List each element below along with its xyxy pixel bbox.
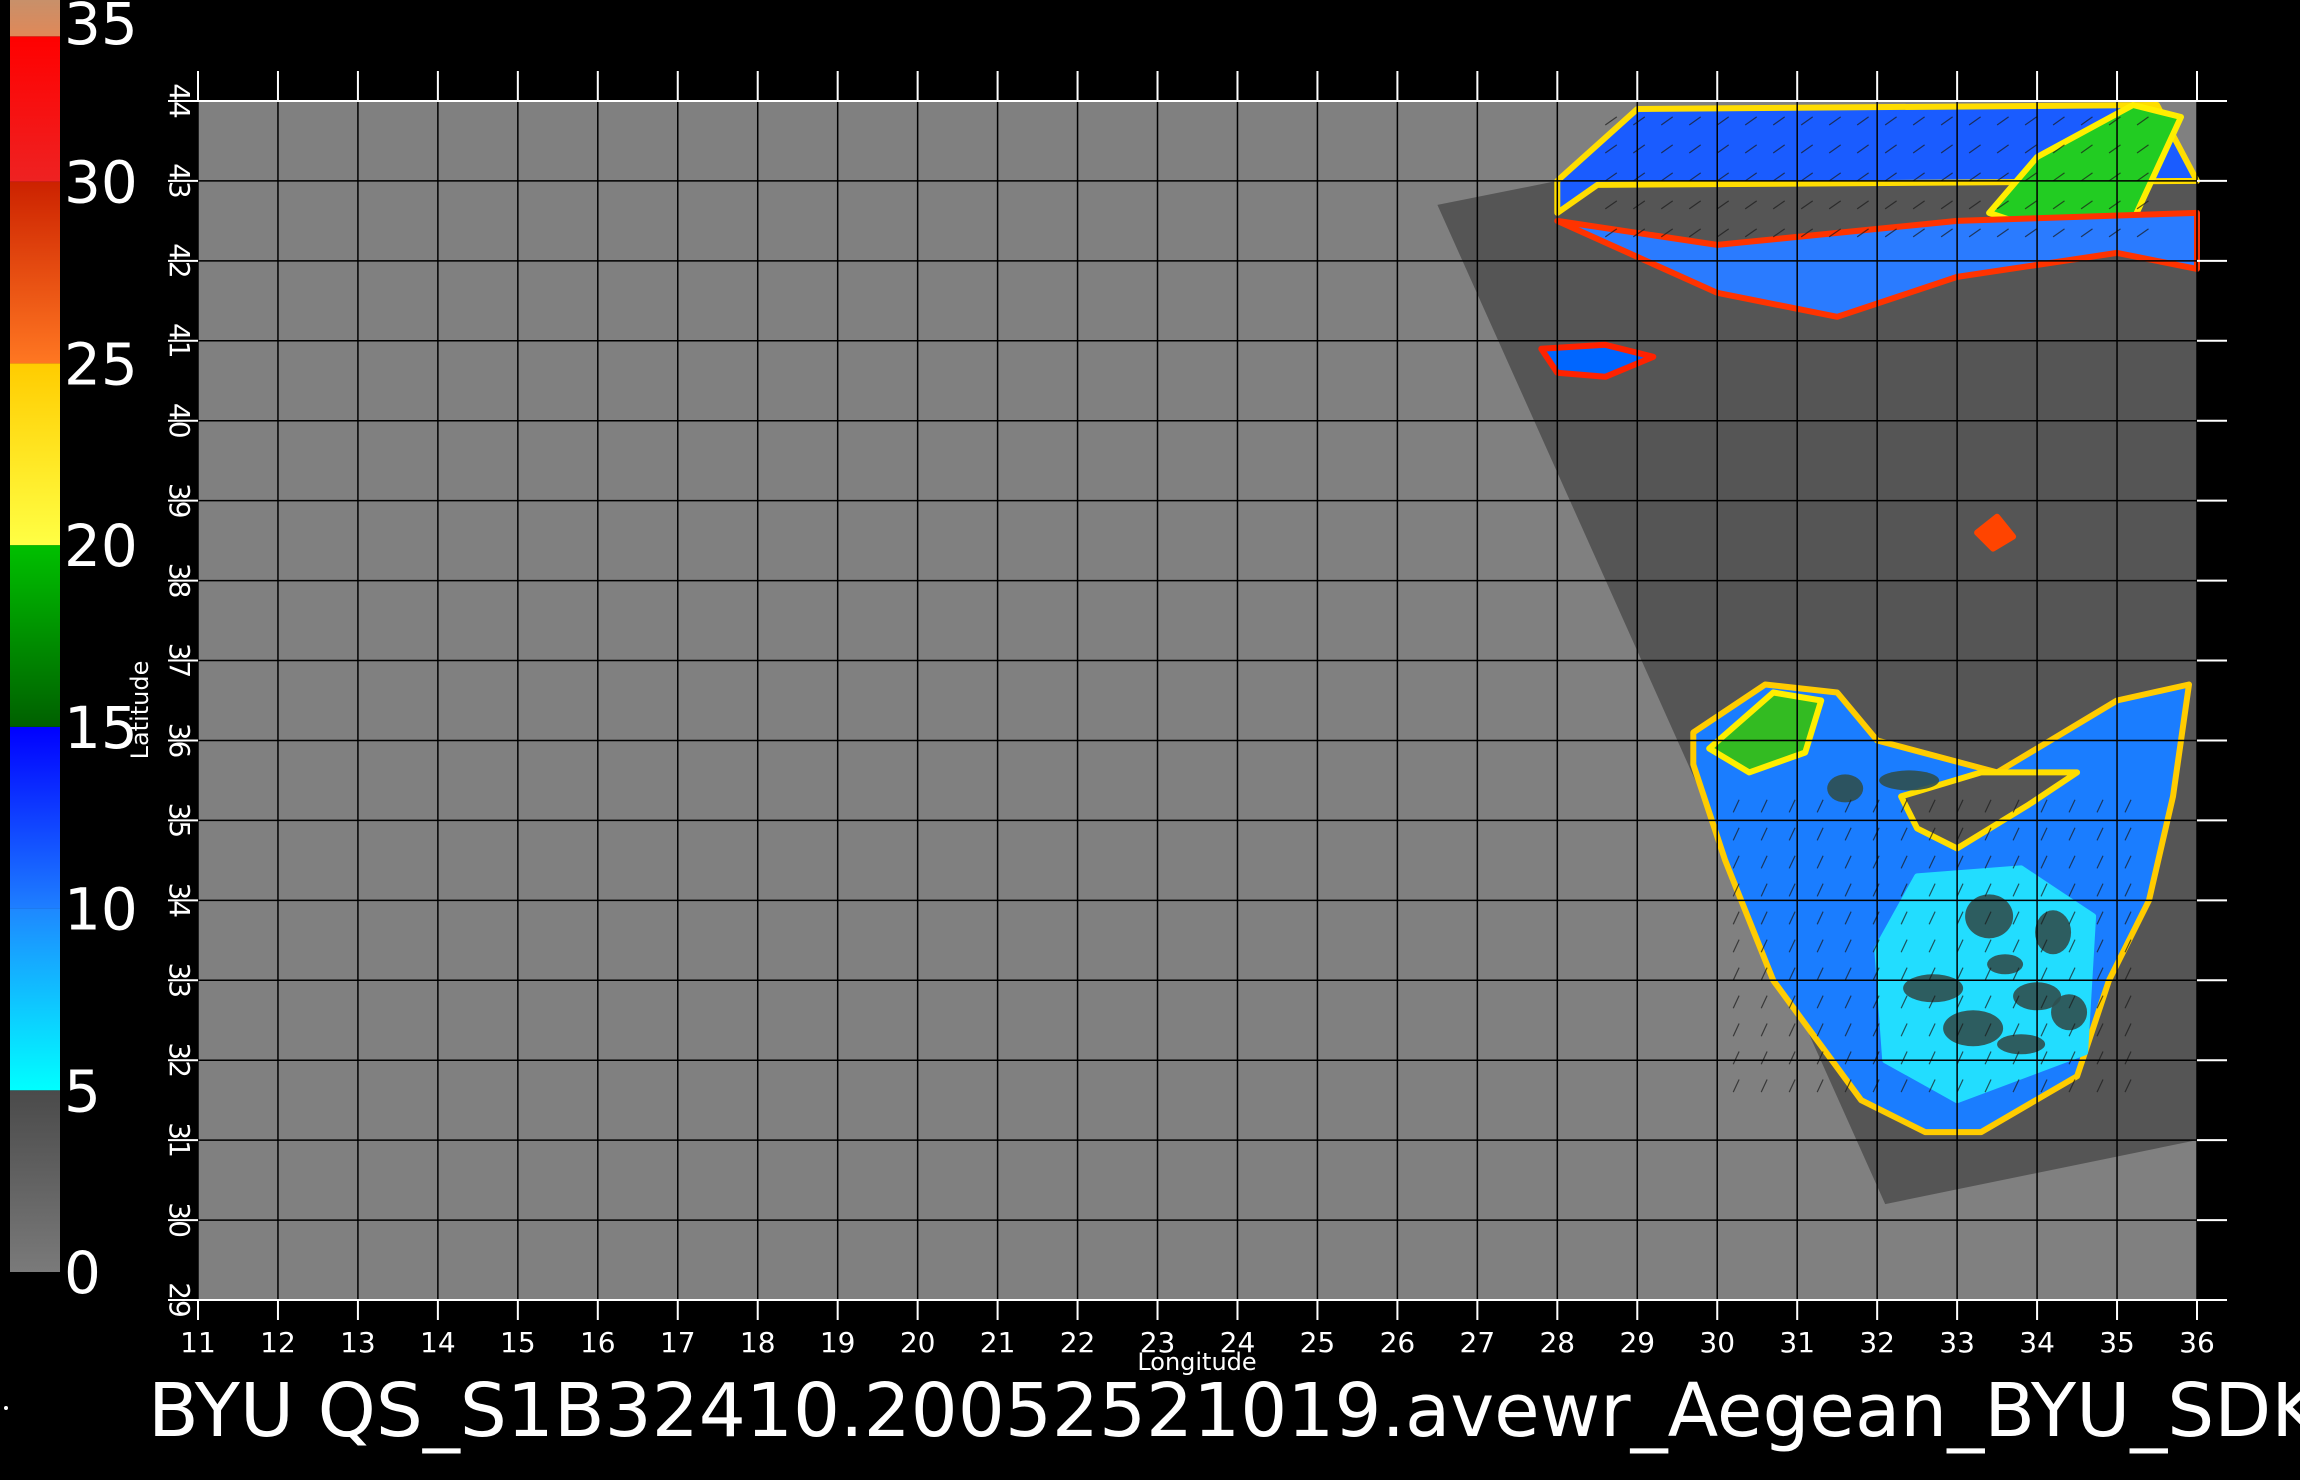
lon-tick-label: 15 (500, 1326, 536, 1359)
lat-tick-label: 37 (163, 643, 196, 679)
lon-tick-label: 19 (820, 1326, 856, 1359)
colorbar-label: 30 (64, 149, 138, 217)
colorbar-label: 5 (64, 1057, 101, 1125)
land-speckle (1997, 1034, 2046, 1055)
lat-tick-label: 39 (163, 483, 196, 519)
colorbar-label: 10 (64, 876, 138, 944)
lon-tick-label: 11 (180, 1326, 216, 1359)
lon-tick-label: 28 (1539, 1326, 1575, 1359)
land-speckle (1943, 1010, 2004, 1047)
colorbar (10, 0, 60, 1272)
lat-tick-label: 40 (163, 403, 196, 439)
land-speckle (2051, 994, 2088, 1031)
scatterometer-wind-map: 35302520151050 11 12 13 14 15 16 17 18 19 20 21 22 2… (0, 0, 2300, 1480)
lon-tick-label: 35 (2099, 1326, 2135, 1359)
colorbar-segment (10, 726, 60, 909)
lon-tick-label: 27 (1460, 1326, 1496, 1359)
colorbar-segment (10, 181, 60, 364)
lon-tick-label: 21 (980, 1326, 1016, 1359)
lon-tick-label: 13 (340, 1326, 376, 1359)
lon-tick-label: 12 (260, 1326, 296, 1359)
lon-tick-label: 32 (1859, 1326, 1895, 1359)
product-title: BYU QS_S1B32410.20052521019.avewr_Aegean… (148, 1368, 2300, 1454)
lat-tick-label: 34 (163, 882, 196, 918)
lon-tick-label: 29 (1619, 1326, 1655, 1359)
colorbar-segment (10, 363, 60, 546)
lat-tick-label: 43 (163, 163, 196, 199)
land-speckle (1879, 770, 1940, 791)
colorbar-label: 25 (64, 330, 138, 398)
colorbar-segment (10, 1090, 60, 1272)
lat-tick-label: 44 (163, 83, 196, 119)
lat-tick-label: 38 (163, 563, 196, 599)
edge-dot (4, 1406, 8, 1410)
land-speckle (1903, 974, 1964, 1003)
colorbar-label: 35 (64, 0, 138, 58)
lat-tick-label: 31 (163, 1122, 196, 1158)
colorbar-segment (10, 545, 60, 727)
lat-tick-label: 29 (163, 1282, 196, 1318)
lon-tick-label: 22 (1060, 1326, 1096, 1359)
colorbar-segment (10, 36, 60, 182)
lon-tick-label: 26 (1380, 1326, 1416, 1359)
lat-tick-label: 36 (163, 723, 196, 759)
colorbar-label: 20 (64, 512, 138, 580)
lon-tick-label: 17 (660, 1326, 696, 1359)
lon-tick-label: 18 (740, 1326, 776, 1359)
land-speckle (2035, 910, 2072, 955)
lat-tick-label: 32 (163, 1042, 196, 1078)
lon-tick-label: 33 (1939, 1326, 1975, 1359)
lon-tick-label: 30 (1699, 1326, 1735, 1359)
lat-tick-label: 35 (163, 803, 196, 839)
colorbar-segment (10, 0, 60, 37)
lon-tick-label: 16 (580, 1326, 616, 1359)
lat-tick-label: 33 (163, 962, 196, 998)
lon-tick-label: 34 (2019, 1326, 2055, 1359)
lat-tick-label: 41 (163, 323, 196, 359)
colorbar-segment (10, 908, 60, 1091)
lon-tick-label: 20 (900, 1326, 936, 1359)
y-axis-title: Latitude (126, 661, 154, 760)
lon-tick-label: 36 (2179, 1326, 2215, 1359)
lon-tick-label: 31 (1779, 1326, 1815, 1359)
colorbar-label: 0 (64, 1239, 101, 1307)
map-area (168, 71, 2227, 1320)
lat-tick-label: 30 (163, 1202, 196, 1238)
lat-tick-label: 42 (163, 243, 196, 279)
land-speckle (1827, 774, 1864, 803)
lon-tick-label: 14 (420, 1326, 456, 1359)
lon-tick-label: 25 (1300, 1326, 1336, 1359)
